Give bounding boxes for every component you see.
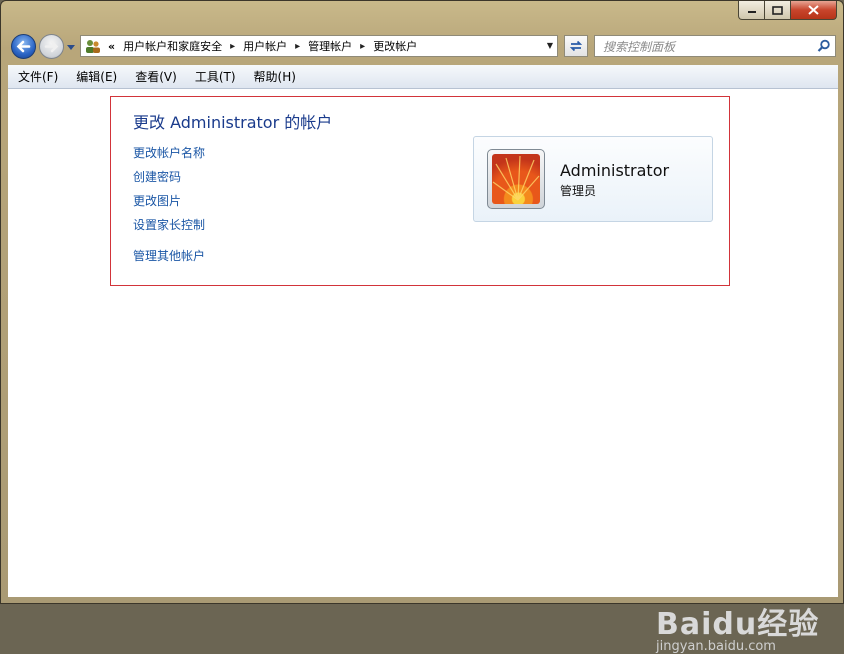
maximize-icon bbox=[772, 5, 783, 15]
breadcrumb-separator-icon[interactable]: ▸ bbox=[230, 41, 235, 52]
caption-buttons bbox=[738, 1, 837, 20]
search-icon[interactable] bbox=[817, 39, 831, 53]
address-row: « 用户帐户和家庭安全 ▸ 用户帐户 ▸ 管理帐户 ▸ 更改帐户 ▼ bbox=[8, 31, 838, 63]
control-panel-window: « 用户帐户和家庭安全 ▸ 用户帐户 ▸ 管理帐户 ▸ 更改帐户 ▼ 文件(F) bbox=[0, 0, 844, 654]
close-icon bbox=[808, 5, 819, 15]
watermark-logo: Baidu经验 bbox=[656, 607, 820, 642]
breadcrumb-item[interactable]: 更改帐户 bbox=[373, 38, 417, 54]
change-picture-link[interactable]: 更改图片 bbox=[133, 192, 181, 209]
create-password-link[interactable]: 创建密码 bbox=[133, 168, 181, 185]
change-account-panel: 更改 Administrator 的帐户 更改帐户名称 创建密码 更改图片 设置… bbox=[110, 96, 730, 286]
parental-controls-link[interactable]: 设置家长控制 bbox=[133, 216, 205, 233]
change-account-name-link[interactable]: 更改帐户名称 bbox=[133, 144, 205, 161]
breadcrumb: « 用户帐户和家庭安全 ▸ 用户帐户 ▸ 管理帐户 ▸ 更改帐户 bbox=[104, 38, 417, 54]
menu-help[interactable]: 帮助(H) bbox=[244, 68, 304, 85]
close-button[interactable] bbox=[791, 1, 837, 20]
back-arrow-icon bbox=[16, 40, 31, 53]
watermark: Baidu经验 jingyan.baidu.com bbox=[656, 599, 820, 654]
menu-view[interactable]: 查看(V) bbox=[125, 68, 185, 85]
flower-picture-icon bbox=[492, 154, 540, 204]
minimize-icon bbox=[747, 11, 756, 13]
manage-other-accounts-link[interactable]: 管理其他帐户 bbox=[133, 247, 205, 264]
breadcrumb-item[interactable]: 用户帐户和家庭安全 bbox=[123, 38, 222, 54]
menu-edit[interactable]: 编辑(E) bbox=[66, 68, 125, 85]
account-role: 管理员 bbox=[560, 184, 597, 198]
account-name: Administrator bbox=[560, 161, 670, 180]
address-dropdown-icon[interactable]: ▼ bbox=[547, 41, 553, 50]
breadcrumb-item[interactable]: 管理帐户 bbox=[308, 38, 352, 54]
breadcrumb-separator-icon[interactable]: ▸ bbox=[360, 41, 365, 52]
refresh-button[interactable] bbox=[564, 35, 588, 57]
content-area: 更改 Administrator 的帐户 更改帐户名称 创建密码 更改图片 设置… bbox=[8, 89, 838, 654]
account-card: Administrator 管理员 bbox=[473, 136, 713, 222]
user-accounts-icon bbox=[86, 40, 100, 53]
refresh-icon bbox=[569, 40, 583, 52]
menu-bar: 文件(F) 编辑(E) 查看(V) 工具(T) 帮助(H) bbox=[8, 65, 838, 89]
minimize-button[interactable] bbox=[738, 1, 765, 20]
search-input[interactable] bbox=[601, 37, 805, 57]
back-button[interactable] bbox=[11, 34, 36, 59]
address-bar[interactable]: « 用户帐户和家庭安全 ▸ 用户帐户 ▸ 管理帐户 ▸ 更改帐户 ▼ bbox=[80, 35, 558, 57]
page-title: 更改 Administrator 的帐户 bbox=[133, 113, 333, 132]
watermark-url: jingyan.baidu.com bbox=[656, 639, 776, 654]
breadcrumb-overflow[interactable]: « bbox=[108, 40, 115, 53]
search-box[interactable] bbox=[594, 35, 836, 57]
account-picture bbox=[487, 149, 545, 209]
title-bar[interactable] bbox=[1, 1, 843, 31]
menu-tools[interactable]: 工具(T) bbox=[185, 68, 244, 85]
forward-arrow-icon bbox=[44, 40, 59, 53]
breadcrumb-item[interactable]: 用户帐户 bbox=[243, 38, 287, 54]
menu-file[interactable]: 文件(F) bbox=[8, 68, 66, 85]
breadcrumb-separator-icon[interactable]: ▸ bbox=[295, 41, 300, 52]
forward-button[interactable] bbox=[39, 34, 64, 59]
maximize-button[interactable] bbox=[765, 1, 791, 20]
history-dropdown-icon[interactable] bbox=[66, 41, 76, 53]
